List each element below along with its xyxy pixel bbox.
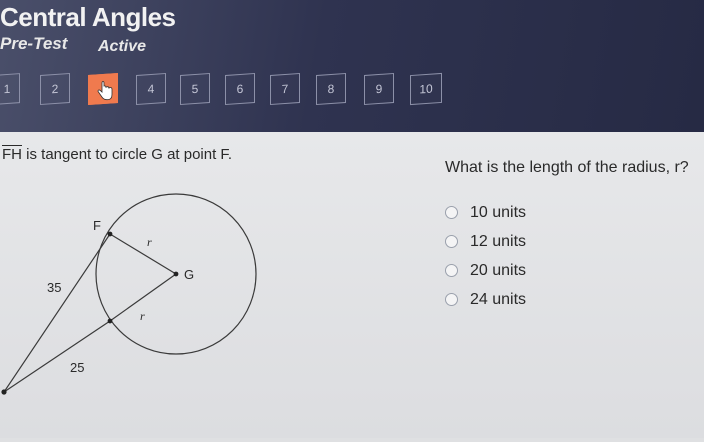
lesson-title: Central Angles xyxy=(0,2,176,32)
label-g: G xyxy=(184,267,194,282)
label-25: 25 xyxy=(70,360,84,375)
radio-button[interactable] xyxy=(445,206,458,219)
answer-options: 10 units 12 units 20 units 24 units xyxy=(445,198,526,314)
label-35: 35 xyxy=(47,280,61,295)
label-r-bottom: r xyxy=(140,309,145,323)
answer-option-label: 20 units xyxy=(470,261,527,279)
intersection-dot xyxy=(107,318,113,324)
answer-option-label: 12 units xyxy=(470,232,527,250)
radius-segment-fg xyxy=(109,233,177,275)
question-prompt: What is the length of the radius, r? xyxy=(445,159,689,176)
question-button-8[interactable]: 8 xyxy=(316,72,346,106)
question-button-1[interactable]: 1 xyxy=(0,73,20,105)
radio-button[interactable] xyxy=(445,235,458,248)
question-stem: FH is tangent to circle G at point F. xyxy=(2,146,232,163)
segment-fh xyxy=(3,233,111,393)
label-f: F xyxy=(93,218,101,233)
question-navigation: 1 2 3 4 5 6 7 8 9 10 xyxy=(0,72,704,114)
radio-button[interactable] xyxy=(445,293,458,306)
point-g-dot xyxy=(173,271,179,277)
question-button-3[interactable]: 3 xyxy=(88,72,118,106)
point-h-dot xyxy=(1,389,7,395)
question-button-2[interactable]: 2 xyxy=(40,72,70,106)
tangent-segment-label: FH xyxy=(2,146,22,163)
hand-pointer-icon xyxy=(96,80,114,104)
answer-option-label: 24 units xyxy=(470,290,527,308)
question-stem-text: is tangent to circle G at point F. xyxy=(22,146,233,163)
lesson-subtitle: Pre-Test xyxy=(0,34,68,53)
question-button-10[interactable]: 10 xyxy=(410,72,442,106)
question-button-4[interactable]: 4 xyxy=(136,72,166,106)
radio-button[interactable] xyxy=(445,264,458,277)
point-f-dot xyxy=(107,231,113,237)
label-r-top: r xyxy=(147,235,152,249)
secant-segment xyxy=(3,320,111,393)
header-banner: Central Angles Pre-Test Active 1 2 3 4 5… xyxy=(0,0,704,132)
answer-option-label: 10 units xyxy=(470,203,527,221)
question-button-6[interactable]: 6 xyxy=(225,72,255,106)
answer-option-2[interactable]: 12 units xyxy=(445,227,526,256)
circle-figure: F G r r 35 25 xyxy=(1,193,257,395)
question-content: FH is tangent to circle G at point F. F … xyxy=(0,132,704,438)
question-button-7[interactable]: 7 xyxy=(270,72,300,106)
answer-option-4[interactable]: 24 units xyxy=(445,285,526,314)
question-button-9[interactable]: 9 xyxy=(364,72,394,106)
status-label: Active xyxy=(98,38,147,55)
question-button-5[interactable]: 5 xyxy=(180,72,210,106)
answer-option-1[interactable]: 10 units xyxy=(445,198,526,227)
answer-option-3[interactable]: 20 units xyxy=(445,256,526,285)
